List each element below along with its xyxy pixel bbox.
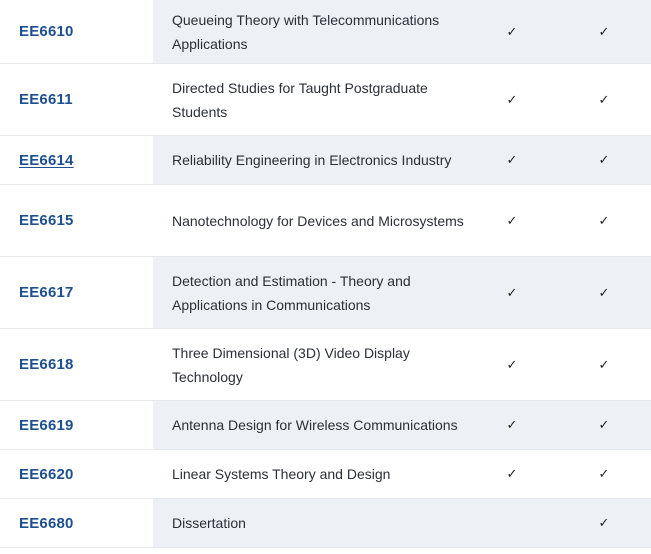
check-icon: ✓: [598, 284, 610, 300]
course-title: Directed Studies for Taught Postgraduate…: [172, 79, 428, 120]
course-title: Nanotechnology for Devices and Microsyst…: [172, 212, 464, 229]
check-icon: ✓: [506, 466, 518, 481]
course-code-link[interactable]: EE6614: [19, 152, 74, 169]
course-title: Queueing Theory with Telecommunications …: [172, 11, 440, 52]
check-icon: ✓: [598, 212, 610, 228]
check-icon: ✓: [598, 417, 610, 432]
course-title: Antenna Design for Wireless Communicatio…: [172, 417, 458, 433]
course-code-cell: EE6620: [0, 450, 153, 498]
course-code-cell: EE6618: [0, 329, 153, 400]
check-icon: ✓: [598, 356, 610, 372]
course-details: Nanotechnology for Devices and Microsyst…: [153, 185, 651, 256]
course-details: Directed Studies for Taught Postgraduate…: [153, 64, 651, 135]
course-details: Dissertation ✓: [153, 499, 651, 547]
course-code-link[interactable]: EE6680: [19, 515, 74, 532]
table-row: EE6614 Reliability Engineering in Electr…: [0, 136, 651, 185]
course-title: Reliability Engineering in Electronics I…: [172, 152, 452, 168]
table-row: EE6615 Nanotechnology for Devices and Mi…: [0, 185, 651, 257]
table-row: EE6620 Linear Systems Theory and Design …: [0, 450, 651, 499]
course-title: Three Dimensional (3D) Video Display Tec…: [172, 344, 410, 385]
course-title: Dissertation: [172, 515, 246, 531]
check-icon: ✓: [506, 212, 518, 228]
check-icon: ✓: [598, 152, 610, 167]
course-details: Reliability Engineering in Electronics I…: [153, 136, 651, 184]
course-code-link[interactable]: EE6620: [19, 466, 74, 483]
course-code-link[interactable]: EE6615: [19, 212, 74, 229]
check-icon: ✓: [506, 284, 518, 300]
course-details: Three Dimensional (3D) Video Display Tec…: [153, 329, 651, 400]
check-icon: ✓: [506, 23, 518, 39]
table-row: EE6680 Dissertation ✓: [0, 499, 651, 548]
course-title: Detection and Estimation - Theory and Ap…: [172, 272, 411, 313]
course-code-link[interactable]: EE6617: [19, 284, 74, 301]
check-icon: ✓: [598, 466, 610, 481]
course-code-cell: EE6610: [0, 0, 153, 63]
course-details: Queueing Theory with Telecommunications …: [153, 0, 651, 63]
course-code-cell: EE6614: [0, 136, 153, 184]
course-code-cell: EE6619: [0, 401, 153, 449]
table-row: EE6610 Queueing Theory with Telecommunic…: [0, 0, 651, 64]
check-icon: ✓: [506, 152, 518, 167]
course-details: Detection and Estimation - Theory and Ap…: [153, 257, 651, 328]
check-icon: ✓: [506, 417, 518, 432]
course-code-cell: EE6617: [0, 257, 153, 328]
course-table: EE6610 Queueing Theory with Telecommunic…: [0, 0, 651, 548]
check-icon: ✓: [598, 91, 610, 107]
check-icon: ✓: [598, 23, 610, 39]
course-details: Linear Systems Theory and Design ✓ ✓: [153, 450, 651, 498]
course-code-cell: EE6611: [0, 64, 153, 135]
course-code-link[interactable]: EE6618: [19, 356, 74, 373]
check-icon: ✓: [506, 91, 518, 107]
course-code-link[interactable]: EE6610: [19, 23, 74, 40]
check-icon: ✓: [506, 356, 518, 372]
course-details: Antenna Design for Wireless Communicatio…: [153, 401, 651, 449]
check-icon: ✓: [598, 515, 610, 530]
table-row: EE6619 Antenna Design for Wireless Commu…: [0, 401, 651, 450]
course-title: Linear Systems Theory and Design: [172, 466, 391, 482]
course-code-link[interactable]: EE6619: [19, 417, 74, 434]
course-code-cell: EE6680: [0, 499, 153, 547]
table-row: EE6618 Three Dimensional (3D) Video Disp…: [0, 329, 651, 401]
course-code-cell: EE6615: [0, 185, 153, 256]
table-row: EE6611 Directed Studies for Taught Postg…: [0, 64, 651, 136]
table-row: EE6617 Detection and Estimation - Theory…: [0, 257, 651, 329]
course-code-link[interactable]: EE6611: [19, 91, 73, 108]
